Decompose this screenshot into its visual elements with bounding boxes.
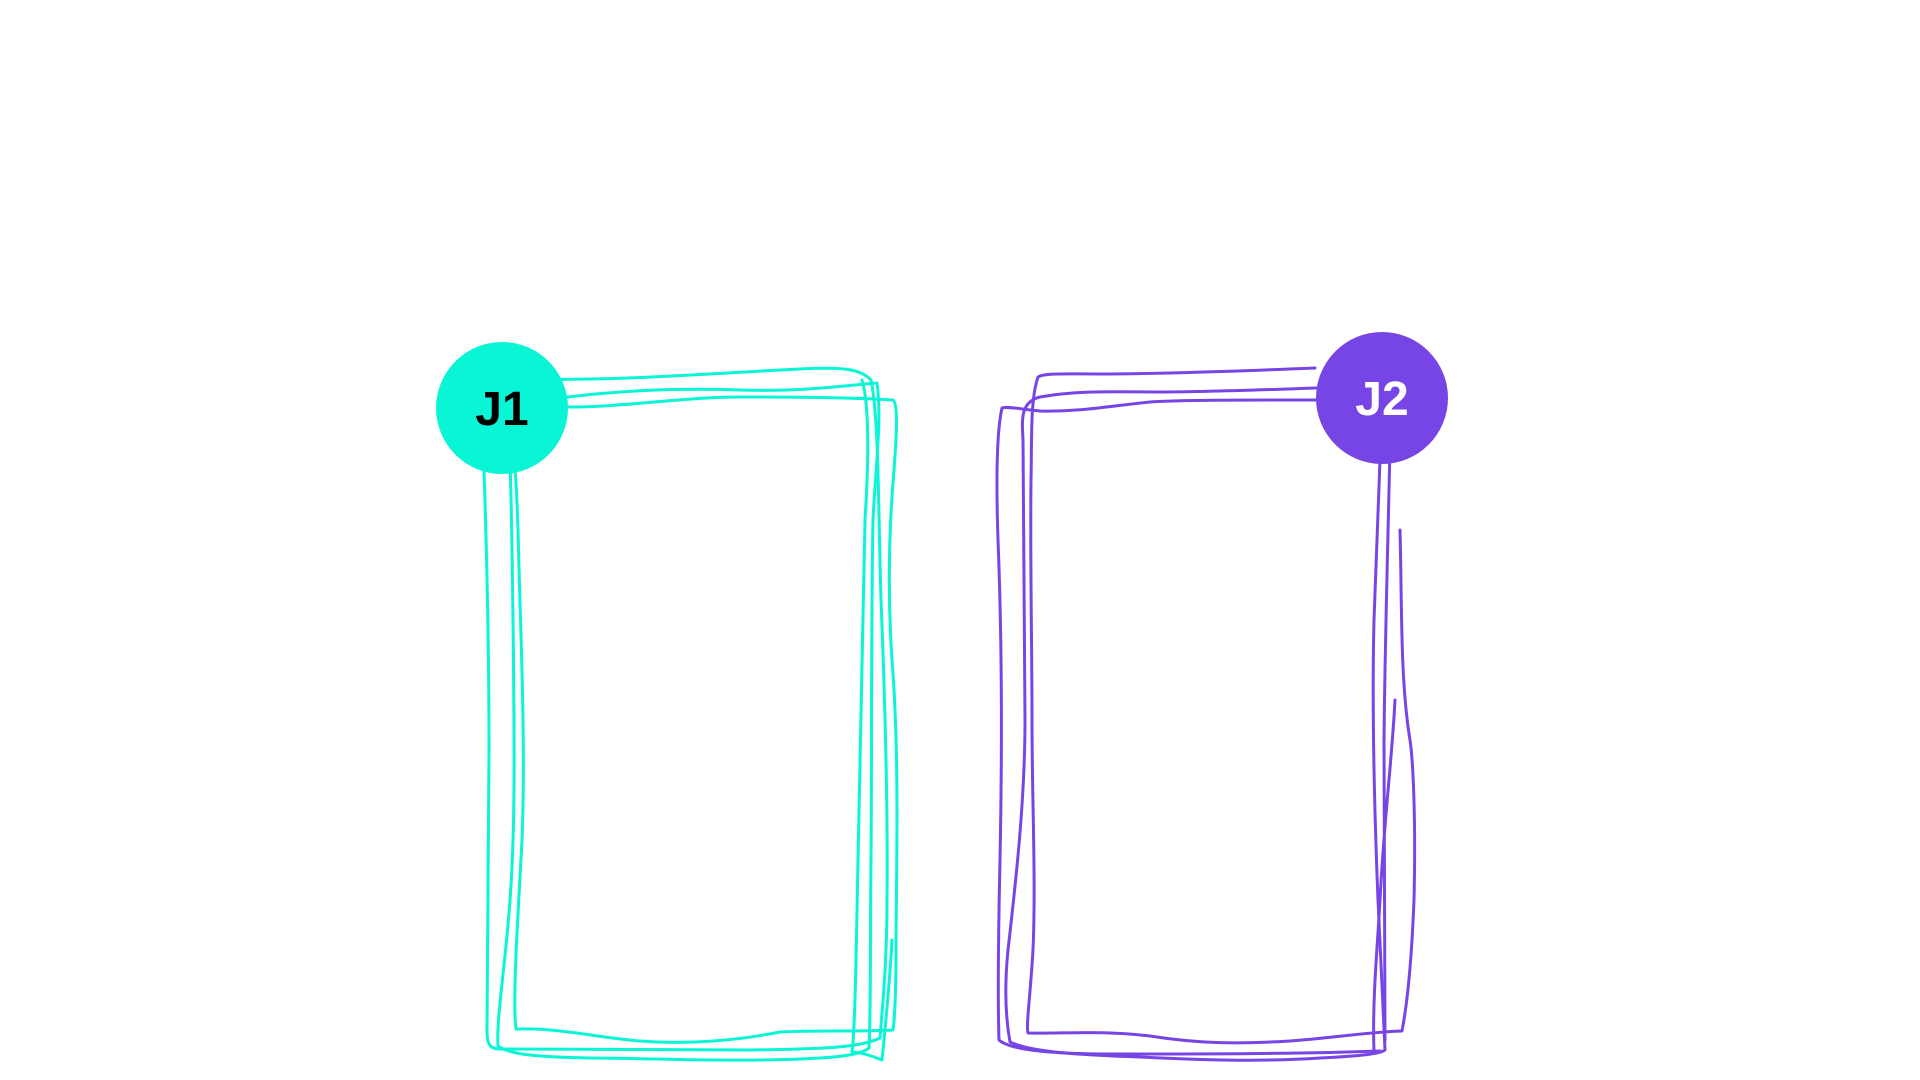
player-1-frame-stroke-1 xyxy=(482,366,889,1052)
player-2-frame-stroke-1 xyxy=(1025,366,1417,1045)
player-2-frame-stroke-2 xyxy=(1004,386,1387,1062)
player-2-frame-stroke-3 xyxy=(995,398,1382,1056)
player-2-badge-label: J2 xyxy=(1355,373,1408,426)
player-1-frame-stroke-2 xyxy=(496,381,881,1062)
player-1-badge[interactable]: J1 xyxy=(436,342,568,474)
canvas: J1 J2 xyxy=(0,0,1920,1080)
sketch-board: J1 J2 xyxy=(436,332,1448,1062)
player-1-badge-label: J1 xyxy=(475,383,528,436)
player-2-frame xyxy=(995,366,1417,1062)
player-1-frame xyxy=(482,366,899,1062)
player-2-badge[interactable]: J2 xyxy=(1316,332,1448,464)
player-1-frame-stroke-3 xyxy=(513,395,899,1044)
